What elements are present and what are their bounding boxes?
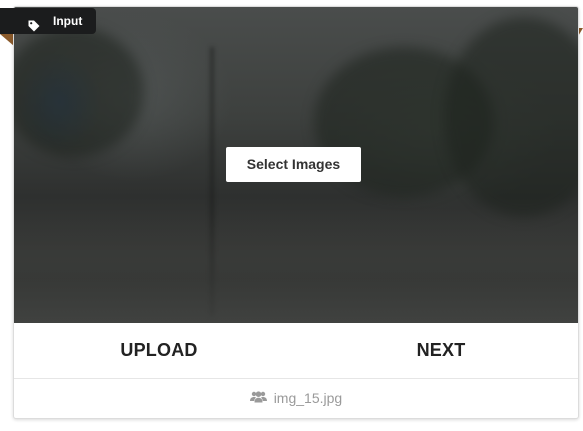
users-icon — [249, 379, 267, 418]
upload-widget: Select Images UPLOAD NEXT img_15.jpg Inp… — [0, 0, 583, 431]
ribbon-label: Input — [53, 14, 83, 28]
file-name: img_15.jpg — [273, 390, 343, 406]
select-images-button[interactable]: Select Images — [226, 147, 361, 182]
ribbon-tail-left — [0, 34, 14, 46]
image-preview: Select Images — [14, 7, 578, 323]
input-ribbon-label: Input — [0, 8, 96, 34]
background-foliage-right — [444, 17, 578, 217]
file-info: img_15.jpg — [14, 379, 578, 418]
background-foliage-left — [14, 27, 144, 157]
image-card: Select Images UPLOAD NEXT img_15.jpg — [13, 6, 579, 419]
upload-button[interactable]: UPLOAD — [14, 323, 304, 378]
background-ground — [14, 213, 578, 323]
next-button[interactable]: NEXT — [304, 323, 578, 378]
action-bar: UPLOAD NEXT — [14, 323, 578, 379]
tag-icon — [28, 15, 40, 41]
